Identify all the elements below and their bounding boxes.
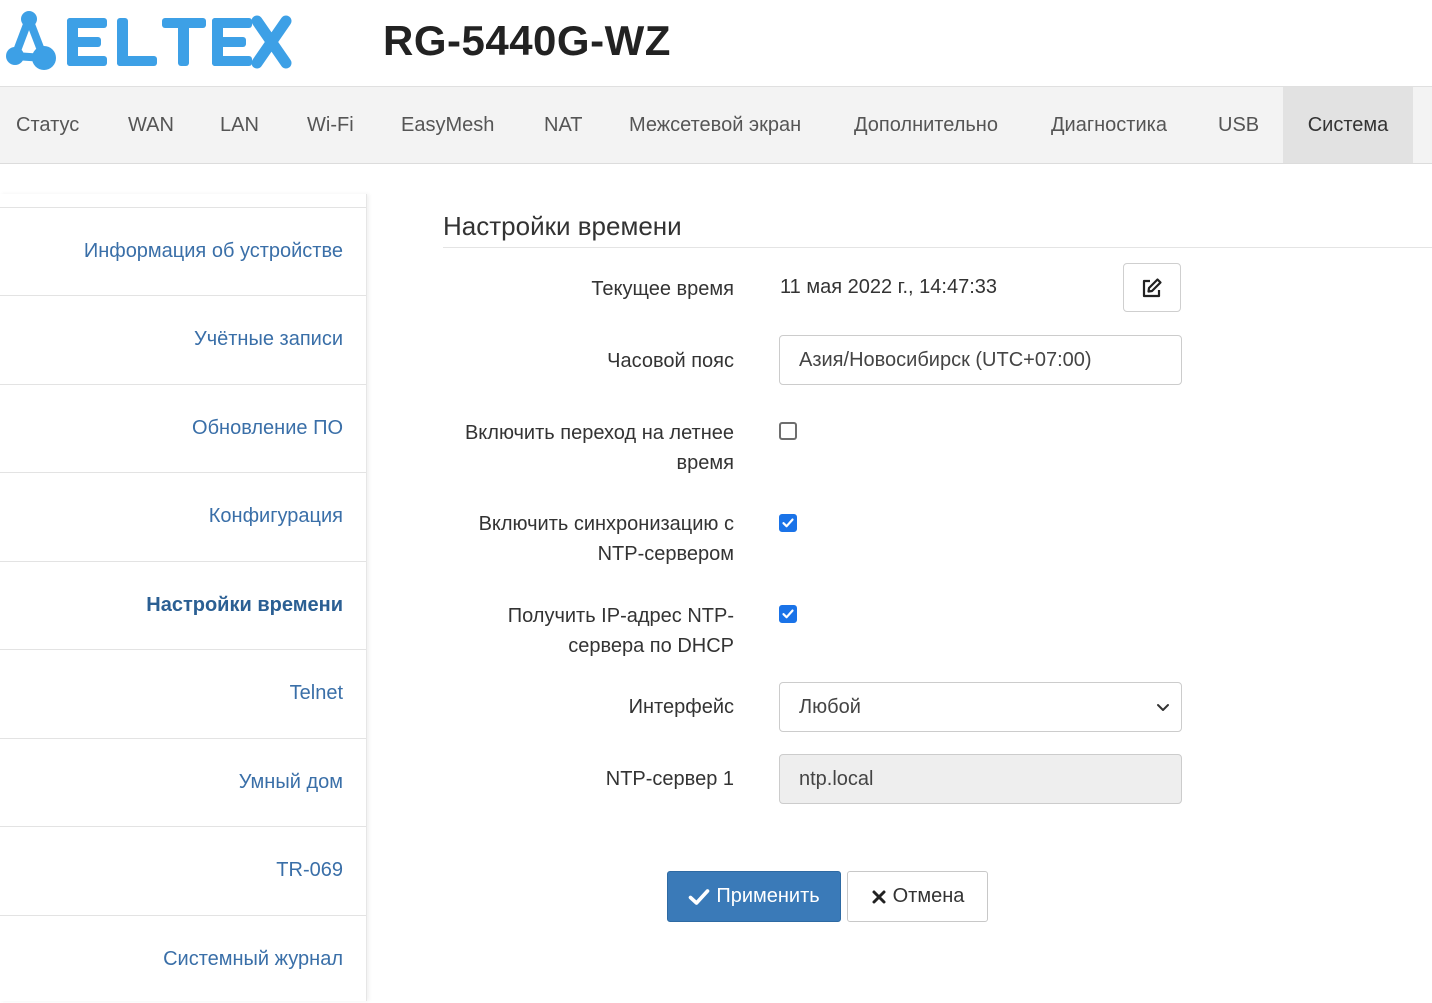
sidebar-item-telnet[interactable]: Telnet (0, 649, 366, 736)
tab-advanced[interactable]: Дополнительно (854, 87, 998, 163)
ntp-dhcp-label: Получить IP-адрес NTP- сервера по DHCP (434, 601, 734, 661)
sidebar-item-label: Настройки времени (146, 594, 343, 616)
current-time-value: 11 мая 2022 г., 14:47:33 (780, 276, 998, 298)
tab-wan[interactable]: WAN (128, 87, 174, 163)
ntp-sync-label: Включить синхронизацию с NTP-сервером (434, 509, 734, 569)
current-time-label: Текущее время (591, 278, 734, 300)
sidebar-item-label: Системный журнал (163, 948, 343, 970)
sidebar-item-time-settings[interactable]: Настройки времени (0, 561, 366, 648)
check-icon (689, 888, 710, 905)
sidebar-item-tr069[interactable]: TR-069 (0, 826, 366, 913)
ntp-dhcp-label-line2: сервера по DHCP (568, 635, 734, 657)
interface-selected-value: Любой (799, 696, 861, 718)
top-navigation: Статус WAN LAN Wi-Fi EasyMesh NAT Межсет… (0, 86, 1432, 164)
timezone-field[interactable]: Азия/Новосибирск (UTC+07:00) (779, 335, 1182, 385)
tab-easymesh[interactable]: EasyMesh (401, 87, 494, 163)
tab-system[interactable]: Система (1283, 87, 1413, 163)
edit-time-button[interactable] (1123, 263, 1181, 312)
dst-checkbox[interactable] (779, 422, 797, 440)
dst-label-line2: время (676, 452, 734, 474)
sidebar-item-device-info[interactable]: Информация об устройстве (0, 207, 366, 294)
timezone-label: Часовой пояс (607, 350, 734, 372)
tab-diagnostics[interactable]: Диагностика (1051, 87, 1167, 163)
eltex-logo (6, 11, 292, 70)
apply-button[interactable]: Применить (667, 871, 841, 922)
edit-icon (1142, 277, 1162, 297)
tab-usb[interactable]: USB (1218, 87, 1259, 163)
sidebar-item-accounts[interactable]: Учётные записи (0, 295, 366, 382)
sidebar-item-label: Telnet (289, 682, 343, 704)
sidebar-item-configuration[interactable]: Конфигурация (0, 472, 366, 559)
checkmark-icon (782, 609, 794, 619)
ntp-server-1-field[interactable]: ntp.local (779, 754, 1182, 804)
dst-label-line1: Включить переход на летнее (464, 422, 734, 444)
tab-wifi[interactable]: Wi-Fi (307, 87, 354, 163)
sidebar: Информация об устройстве Учётные записи … (0, 194, 367, 1001)
sidebar-item-label: Информация об устройстве (83, 240, 343, 262)
interface-label: Интерфейс (628, 696, 734, 718)
sidebar-item-label: Обновление ПО (192, 417, 343, 439)
sidebar-item-label: Умный дом (238, 771, 343, 793)
tab-status[interactable]: Статус (16, 87, 79, 163)
title-divider (443, 247, 1432, 248)
chevron-down-icon (1157, 704, 1169, 711)
sidebar-item-system-log[interactable]: Системный журнал (0, 915, 366, 1002)
ntp-server-1-label: NTP-сервер 1 (605, 768, 734, 790)
dst-label: Включить переход на летнее время (434, 418, 734, 478)
tab-firewall[interactable]: Межсетевой экран (629, 87, 801, 163)
ntp-dhcp-label-line1: Получить IP-адрес NTP- (507, 605, 734, 627)
sidebar-item-label: Конфигурация (208, 505, 343, 527)
cancel-button-label: Отмена (892, 885, 965, 907)
ntp-dhcp-checkbox[interactable] (779, 605, 797, 623)
close-icon (872, 890, 886, 903)
interface-select[interactable]: Любой (779, 682, 1182, 732)
sidebar-item-label: TR-069 (276, 859, 343, 881)
ntp-sync-label-line1: Включить синхронизацию с (478, 513, 734, 535)
ntp-sync-label-line2: NTP-сервером (597, 543, 734, 565)
ntp-sync-checkbox[interactable] (779, 514, 797, 532)
cancel-button[interactable]: Отмена (847, 871, 988, 922)
device-model: RG-5440G-WZ (383, 17, 671, 64)
sidebar-item-label: Учётные записи (194, 328, 343, 350)
tab-lan[interactable]: LAN (220, 87, 259, 163)
checkmark-icon (782, 518, 794, 528)
sidebar-item-firmware-update[interactable]: Обновление ПО (0, 384, 366, 471)
sidebar-item-smart-home[interactable]: Умный дом (0, 738, 366, 825)
page-title: Настройки времени (443, 211, 682, 241)
apply-button-label: Применить (716, 885, 820, 907)
tab-nat[interactable]: NAT (544, 87, 583, 163)
